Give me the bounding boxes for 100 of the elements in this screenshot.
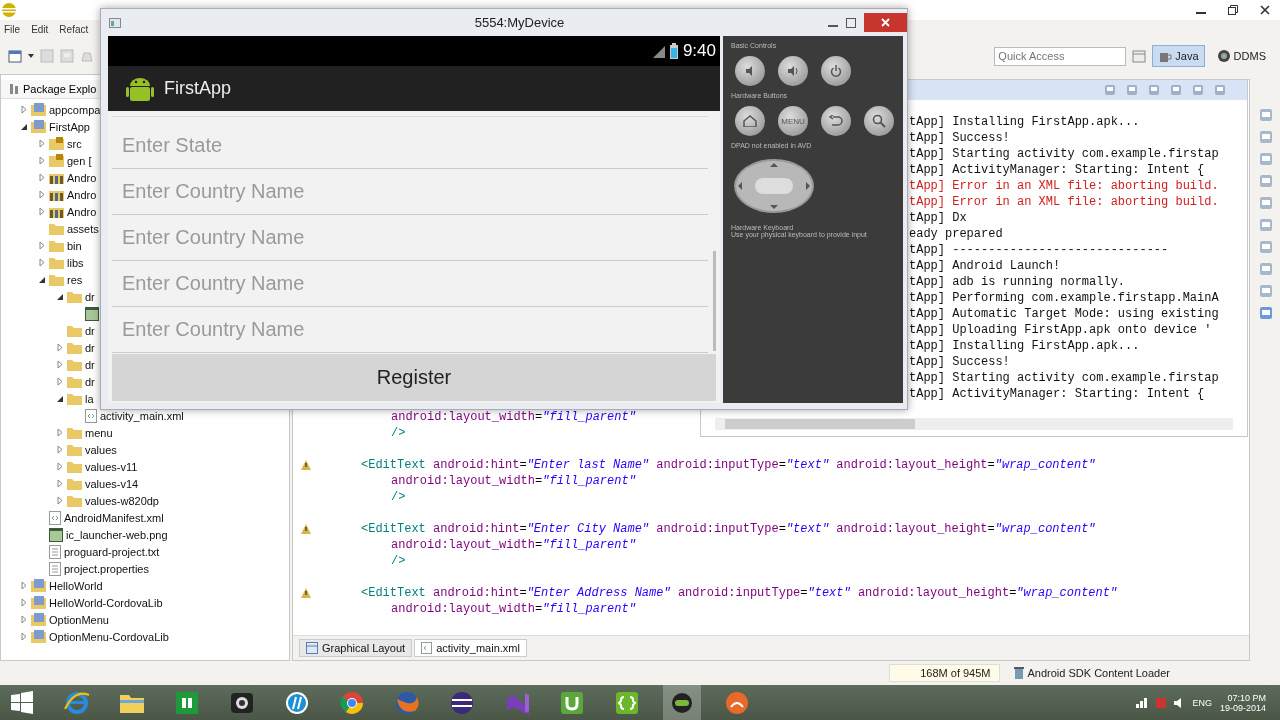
tree-item[interactable]: libs: [67, 256, 84, 269]
open-console-icon[interactable]: [1191, 83, 1205, 97]
collapsed-arrow-icon[interactable]: [55, 360, 64, 369]
collapsed-arrow-icon[interactable]: [55, 496, 64, 505]
register-button[interactable]: Register: [112, 354, 716, 401]
view-icon[interactable]: [1259, 284, 1273, 298]
collapsed-arrow-icon[interactable]: [55, 479, 64, 488]
tree-item[interactable]: values: [85, 443, 117, 456]
clock-time[interactable]: 07:10 PM: [1227, 692, 1266, 703]
tree-item[interactable]: values-v14: [85, 477, 139, 490]
text-field[interactable]: Enter State: [112, 123, 708, 169]
collapsed-arrow-icon[interactable]: [19, 632, 28, 641]
menu-item[interactable]: Edit: [31, 23, 49, 35]
tree-item[interactable]: Andro: [67, 171, 97, 184]
collapsed-arrow-icon[interactable]: [19, 581, 28, 590]
collapsed-arrow-icon[interactable]: [37, 258, 46, 267]
collapsed-arrow-icon[interactable]: [19, 598, 28, 607]
tree-item[interactable]: activity_main.xml: [100, 409, 184, 422]
quick-access-field[interactable]: Quick Access: [994, 46, 1127, 66]
collapsed-arrow-icon[interactable]: [55, 445, 64, 454]
tree-item[interactable]: src: [67, 137, 82, 150]
view-icon[interactable]: [1259, 262, 1273, 276]
tree-item[interactable]: AndroidManifest.xml: [64, 511, 164, 524]
tree-item[interactable]: HelloWorld: [49, 579, 103, 592]
collapsed-arrow-icon[interactable]: [37, 241, 46, 250]
pin-icon[interactable]: [1147, 83, 1161, 97]
view-title[interactable]: Package Explo: [23, 83, 97, 95]
tree-item[interactable]: ic_launcher-web.png: [66, 528, 168, 541]
perspective-button[interactable]: Java: [1152, 45, 1205, 67]
windows-logo-icon[interactable]: [8, 688, 36, 717]
tree-item[interactable]: assets: [67, 222, 99, 235]
tree-item[interactable]: values-w820dp: [85, 494, 159, 507]
text-field[interactable]: Enter Country Name: [112, 169, 708, 215]
network-icon[interactable]: [1136, 697, 1149, 708]
collapsed-arrow-icon[interactable]: [37, 156, 46, 165]
text-field[interactable]: Enter Country Name: [112, 307, 708, 353]
editor-tab[interactable]: activity_main.xml: [414, 639, 527, 657]
view-icon[interactable]: [1259, 174, 1273, 188]
restore-view-icon[interactable]: [1213, 83, 1227, 97]
menu-item[interactable]: File: [4, 23, 21, 35]
view-icon[interactable]: [1259, 130, 1273, 144]
expanded-arrow-icon[interactable]: [55, 394, 64, 403]
view-icon[interactable]: [1259, 152, 1273, 166]
search-button[interactable]: [864, 106, 894, 136]
tree-item[interactable]: gen [: [67, 154, 92, 167]
volume-up-button[interactable]: [778, 56, 808, 86]
clock-date[interactable]: 19-09-2014: [1219, 702, 1266, 713]
tree-item[interactable]: menu: [85, 426, 113, 439]
collapsed-arrow-icon[interactable]: [19, 615, 28, 624]
editor-tab[interactable]: Graphical Layout: [299, 639, 413, 657]
clear-console-icon[interactable]: [1103, 83, 1117, 97]
collapsed-arrow-icon[interactable]: [37, 190, 46, 199]
language-indicator[interactable]: ENG: [1192, 697, 1212, 708]
view-icon[interactable]: [1259, 306, 1273, 320]
text-field[interactable]: Enter Country Name: [112, 261, 708, 307]
expanded-arrow-icon[interactable]: [37, 275, 46, 284]
volume-down-button[interactable]: [735, 56, 765, 86]
expanded-arrow-icon[interactable]: [55, 292, 64, 301]
menu-key-button[interactable]: MENU: [778, 106, 808, 136]
new-file-icon[interactable]: [8, 49, 22, 63]
dropdown-caret-icon[interactable]: [28, 54, 34, 58]
tree-item[interactable]: OptionMenu: [49, 613, 109, 626]
collapsed-arrow-icon[interactable]: [55, 377, 64, 386]
menu-item[interactable]: Refact: [59, 23, 89, 35]
view-icon[interactable]: [1259, 240, 1273, 254]
display-console-icon[interactable]: [1169, 83, 1183, 97]
tree-item[interactable]: Andro: [67, 188, 97, 201]
home-button[interactable]: [735, 106, 765, 136]
back-button[interactable]: [821, 106, 851, 136]
maximize-icon[interactable]: [846, 17, 856, 28]
collapsed-arrow-icon[interactable]: [19, 105, 28, 114]
open-perspective-icon[interactable]: [1132, 49, 1147, 63]
tree-item[interactable]: appcompa: [49, 103, 101, 116]
tree-item[interactable]: dr: [85, 324, 95, 337]
print-icon[interactable]: [80, 49, 94, 63]
tree-item[interactable]: values-v11: [85, 460, 138, 473]
tree-item[interactable]: dr: [85, 290, 95, 303]
restore-icon[interactable]: [1228, 5, 1238, 15]
tree-item[interactable]: FirstApp: [49, 120, 90, 133]
collapsed-arrow-icon[interactable]: [55, 343, 64, 352]
tree-item[interactable]: proguard-project.txt: [64, 545, 160, 558]
tree-item[interactable]: dr: [85, 341, 95, 354]
tree-item[interactable]: res: [67, 273, 83, 286]
perspective-button[interactable]: DDMS: [1210, 45, 1272, 67]
tree-item[interactable]: project.properties: [64, 562, 149, 575]
tree-item[interactable]: HelloWorld-CordovaLib: [49, 596, 163, 609]
text-field[interactable]: Enter Country Name: [112, 215, 708, 261]
expanded-arrow-icon[interactable]: [19, 122, 28, 131]
close-icon[interactable]: [1260, 5, 1270, 15]
tree-item[interactable]: bin: [67, 239, 82, 252]
collapsed-arrow-icon[interactable]: [37, 139, 46, 148]
collapsed-arrow-icon[interactable]: [37, 207, 46, 216]
tree-item[interactable]: dr: [85, 375, 95, 388]
tree-item[interactable]: la: [85, 392, 94, 405]
collapsed-arrow-icon[interactable]: [55, 462, 64, 471]
collapsed-arrow-icon[interactable]: [37, 173, 46, 182]
horizontal-scrollbar[interactable]: [715, 418, 1233, 430]
collapsed-arrow-icon[interactable]: [55, 428, 64, 437]
view-icon[interactable]: [1259, 108, 1273, 122]
power-button[interactable]: [821, 56, 851, 86]
